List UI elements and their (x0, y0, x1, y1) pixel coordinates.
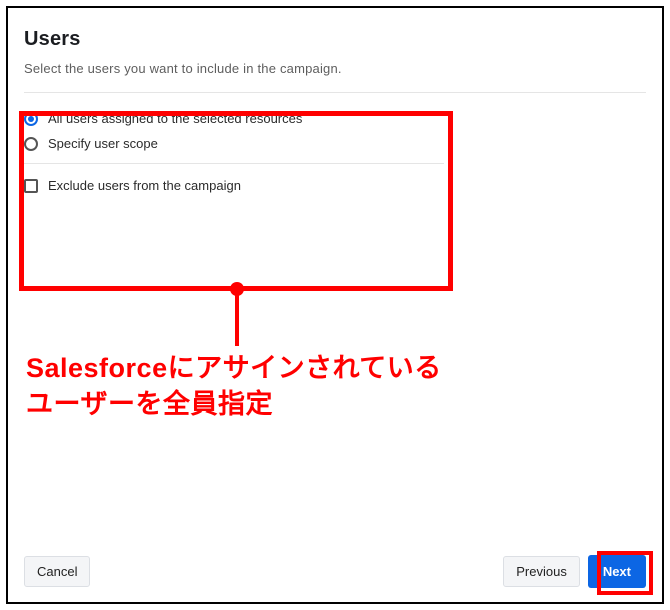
dialog-frame: Users Select the users you want to inclu… (6, 6, 664, 604)
radio-label: Specify user scope (48, 136, 158, 151)
previous-button[interactable]: Previous (503, 556, 580, 587)
radio-icon (24, 112, 38, 126)
radio-all-users[interactable]: All users assigned to the selected resou… (24, 111, 646, 126)
user-scope-options: All users assigned to the selected resou… (24, 111, 646, 193)
dialog-content: Users Select the users you want to inclu… (24, 28, 646, 203)
checkbox-label: Exclude users from the campaign (48, 178, 241, 193)
cancel-button[interactable]: Cancel (24, 556, 90, 587)
radio-specify-scope[interactable]: Specify user scope (24, 136, 646, 151)
annotation-connector-line (235, 292, 239, 346)
next-button[interactable]: Next (588, 555, 646, 588)
divider (24, 92, 646, 93)
dialog-footer: Cancel Previous Next (24, 555, 646, 588)
radio-label: All users assigned to the selected resou… (48, 111, 302, 126)
page-title: Users (24, 28, 646, 51)
divider (24, 163, 444, 164)
annotation-connector-dot (230, 282, 244, 296)
page-subtitle: Select the users you want to include in … (24, 61, 646, 76)
annotation-text: Salesforceにアサインされている ユーザーを全員指定 (26, 350, 442, 423)
checkbox-exclude-users[interactable]: Exclude users from the campaign (24, 178, 646, 193)
radio-icon (24, 137, 38, 151)
checkbox-icon (24, 179, 38, 193)
